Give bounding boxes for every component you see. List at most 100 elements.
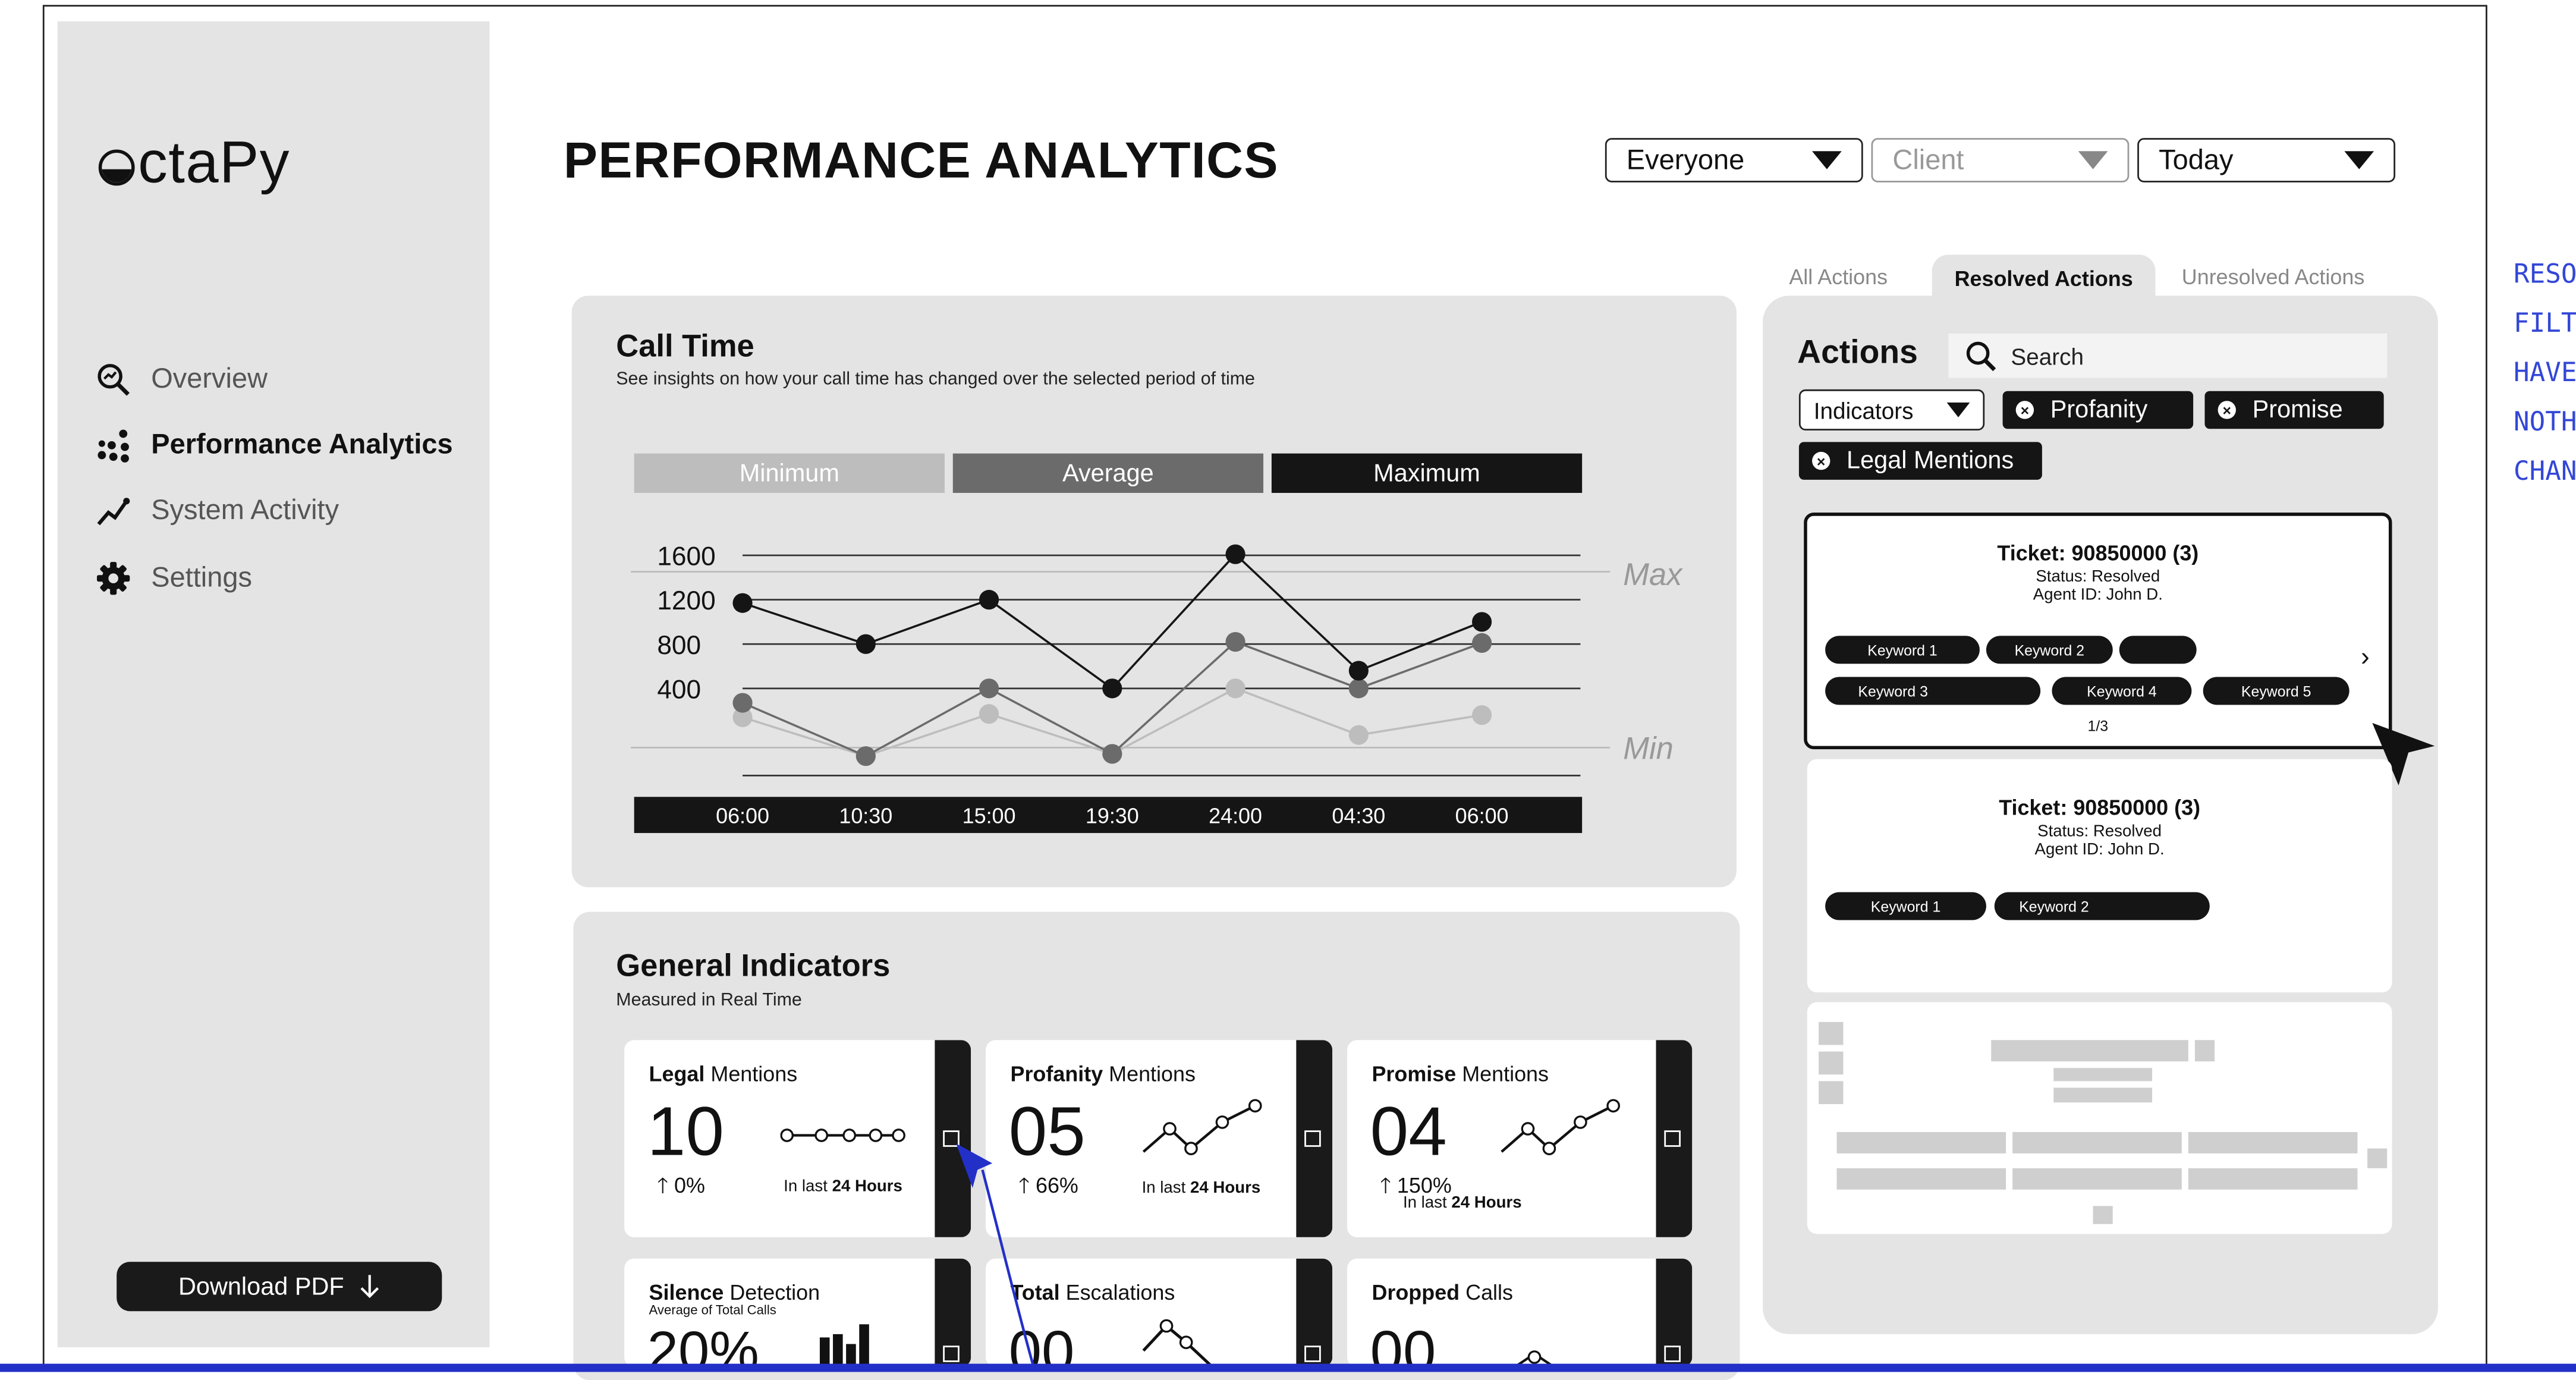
magnifier-chart-icon	[97, 364, 130, 396]
remove-chip-icon[interactable]: ×	[1812, 451, 1830, 470]
remove-chip-icon[interactable]: ×	[2218, 401, 2236, 419]
bar-chart-icon	[819, 1324, 869, 1368]
data-point-maximum	[732, 593, 753, 613]
audience-dropdown[interactable]: Everyone	[1605, 138, 1863, 183]
search-icon	[1966, 341, 1996, 370]
ticket-card[interactable]: Ticket: 90850000 (3) Status: Resolved Ag…	[1807, 759, 2392, 993]
indicators-dropdown[interactable]: Indicators	[1798, 389, 1985, 431]
y-tick-label: 400	[657, 675, 701, 704]
data-point-average	[1348, 678, 1369, 699]
dropdown-value: Everyone	[1626, 143, 1745, 175]
chip-label: Legal Mentions	[1847, 447, 2014, 475]
expand-strip[interactable]	[1296, 1040, 1333, 1237]
keyword-tag[interactable]: Keyword 1	[1825, 636, 1980, 664]
card-value: 00	[1370, 1318, 1436, 1368]
sidebar-item-system-activity[interactable]: System Activity	[95, 493, 473, 529]
filter-chip-legal-mentions[interactable]: × Legal Mentions	[1798, 442, 2042, 480]
x-tick-label: 04:30	[1332, 803, 1385, 828]
tab-all-actions[interactable]: All Actions	[1789, 265, 1888, 289]
legend-label: Maximum	[1373, 459, 1480, 488]
data-point-minimum	[979, 704, 999, 724]
indicator-card-legal[interactable]: Legal Mentions 10 🡑 0% In last 24 Hours	[624, 1040, 971, 1237]
dropdown-value: Today	[2159, 143, 2234, 175]
filter-chip-profanity[interactable]: × Profanity	[2002, 391, 2194, 429]
y-tick-label: 800	[657, 631, 701, 660]
expand-icon[interactable]	[1664, 1130, 1681, 1147]
search-placeholder: Search	[2011, 342, 2084, 369]
legend-minimum[interactable]: Minimum	[634, 453, 945, 493]
sparkline-icon	[780, 1128, 905, 1142]
keyword-tag[interactable]: Keyword 3	[1825, 677, 2041, 705]
download-pdf-button[interactable]: Download PDF	[117, 1262, 442, 1312]
keyword-tag[interactable]: Keyword 2	[1994, 892, 2210, 920]
dropdown-value: Client	[1892, 143, 1964, 175]
card-label: Dropped Calls	[1372, 1280, 1514, 1305]
sidebar-item-performance-analytics[interactable]: Performance Analytics	[95, 427, 473, 463]
data-point-maximum	[1472, 612, 1492, 632]
sidebar-item-overview[interactable]: Overview	[95, 361, 473, 398]
chip-label: Promise	[2252, 395, 2343, 424]
gear-icon	[97, 562, 130, 595]
indicator-card-promise[interactable]: Promise Mentions 04 🡑 150% In last 24 Ho…	[1347, 1040, 1693, 1237]
period-dropdown[interactable]: Today	[2137, 138, 2396, 183]
data-point-average	[979, 678, 999, 699]
data-point-minimum	[1472, 705, 1492, 725]
tab-unresolved-actions[interactable]: Unresolved Actions	[2182, 265, 2365, 289]
expand-icon[interactable]	[1304, 1346, 1321, 1362]
expand-strip[interactable]	[1296, 1258, 1333, 1368]
x-tick-label: 24:00	[1209, 803, 1262, 828]
expand-strip[interactable]	[1656, 1258, 1693, 1368]
scatter-icon	[97, 429, 129, 463]
data-point-average	[1225, 631, 1245, 652]
keyword-tag[interactable]: Keyword 1	[1825, 892, 1986, 920]
ticket-title: Ticket: 90850000 (3)	[1999, 795, 2201, 820]
handwritten-note: RESOL FILTE HAVE NOTHI CHANG	[2514, 257, 2576, 486]
sparkline-icon	[1501, 1099, 1620, 1155]
expand-icon[interactable]	[1664, 1346, 1681, 1362]
keyword-tag[interactable]	[2119, 636, 2197, 664]
chevron-right-icon[interactable]: ›	[2361, 644, 2370, 674]
data-point-maximum	[1225, 544, 1245, 564]
app-logo[interactable]: ctaPy	[98, 128, 290, 197]
call-time-chart: Max Min 1600 1200 800 400 06:00 10:30 15:00 19…	[631, 542, 1683, 834]
indicator-card-silence[interactable]: Silence Detection Average of Total Calls…	[624, 1258, 971, 1368]
ticket-agent: Agent ID: John D.	[2034, 841, 2165, 860]
call-time-subtitle: See insights on how your call time has c…	[616, 369, 1255, 389]
bottom-bar	[0, 1363, 2576, 1372]
x-tick-label: 10:30	[839, 803, 892, 828]
sidebar-item-settings[interactable]: Settings	[95, 560, 473, 596]
sidebar-item-label: Overview	[151, 363, 268, 395]
keyword-tag[interactable]: Keyword 2	[1986, 636, 2113, 664]
x-tick-label: 19:30	[1086, 803, 1139, 828]
actions-title: Actions	[1797, 335, 1918, 372]
expand-strip[interactable]	[1656, 1040, 1693, 1237]
chip-label: Profanity	[2050, 395, 2148, 424]
legend-average[interactable]: Average	[952, 453, 1264, 493]
annotation-arrow	[956, 1143, 1037, 1372]
max-label: Max	[1623, 557, 1683, 592]
ticket-card[interactable]: Ticket: 90850000 (3) Status: Resolved Ag…	[1804, 513, 2392, 750]
indicators-title: General Indicators	[616, 950, 891, 985]
download-pdf-label: Download PDF	[178, 1272, 344, 1301]
x-tick-label: 06:00	[1455, 803, 1509, 828]
filter-chip-promise[interactable]: × Promise	[2204, 391, 2384, 429]
card-label: Silence Detection	[649, 1280, 820, 1305]
card-value: 20%	[647, 1321, 759, 1368]
data-point-maximum	[1102, 678, 1122, 699]
keyword-tag[interactable]: Keyword 5	[2203, 677, 2349, 705]
indicator-card-dropped[interactable]: Dropped Calls 00	[1347, 1258, 1693, 1368]
keyword-tag[interactable]: Keyword 4	[2052, 677, 2192, 705]
sparkline-icon	[1142, 1099, 1262, 1155]
caret-down-icon	[2344, 151, 2374, 169]
y-tick-label: 1200	[657, 586, 715, 615]
ticket-status: Status: Resolved	[2037, 823, 2162, 841]
data-point-maximum	[855, 634, 876, 654]
search-input[interactable]: Search	[1948, 333, 2388, 378]
client-dropdown[interactable]: Client	[1871, 138, 2130, 183]
data-point-average	[732, 693, 753, 713]
expand-icon[interactable]	[1304, 1130, 1321, 1147]
legend-maximum[interactable]: Maximum	[1271, 453, 1583, 493]
call-time-title: Call Time	[616, 330, 754, 365]
remove-chip-icon[interactable]: ×	[2015, 401, 2034, 419]
sidebar-item-label: System Activity	[151, 494, 339, 526]
